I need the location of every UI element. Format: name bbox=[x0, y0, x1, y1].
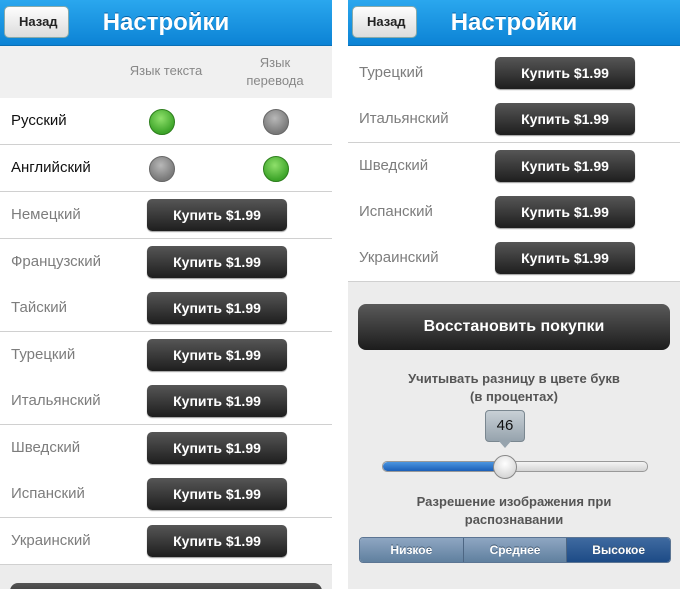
column-header: Язык текста Язык перевода bbox=[0, 46, 332, 99]
language-name: Английский bbox=[11, 159, 91, 176]
text-language-radio[interactable] bbox=[149, 156, 175, 182]
resolution-caption-line2: распознавании bbox=[464, 512, 564, 527]
color-diff-caption: Учитывать разницу в цвете букв (в процен… bbox=[348, 370, 680, 406]
slider-thumb[interactable] bbox=[493, 455, 517, 479]
language-row-locked: Украинский Купить $1.99 bbox=[348, 235, 680, 282]
language-name: Шведский bbox=[11, 439, 81, 456]
buy-button[interactable]: Купить $1.99 bbox=[147, 432, 287, 464]
resolution-option-high[interactable]: Высокое bbox=[567, 538, 670, 562]
language-name: Итальянский bbox=[359, 110, 449, 127]
screen-divider bbox=[332, 0, 348, 589]
page-title: Настройки bbox=[450, 9, 578, 36]
color-diff-caption-line2: (в процентах) bbox=[470, 389, 558, 404]
resolution-option-low[interactable]: Низкое bbox=[360, 538, 464, 562]
language-name: Русский bbox=[11, 112, 67, 129]
buy-button[interactable]: Купить $1.99 bbox=[147, 525, 287, 557]
language-name: Украинский bbox=[359, 249, 439, 266]
page-title: Настройки bbox=[102, 9, 230, 36]
language-row-russian: Русский bbox=[0, 98, 332, 145]
language-row-english: Английский bbox=[0, 145, 332, 192]
language-row-locked: Немецкий Купить $1.99 bbox=[0, 192, 332, 239]
language-row-locked: Французский Купить $1.99 bbox=[0, 239, 332, 286]
language-row-locked: Итальянский Купить $1.99 bbox=[0, 378, 332, 425]
text-language-header: Язык текста bbox=[129, 63, 203, 78]
translation-header-line1: Язык bbox=[259, 55, 291, 70]
language-name: Тайский bbox=[11, 299, 68, 316]
tooltip-arrow-icon bbox=[498, 440, 512, 448]
language-row-locked: Тайский Купить $1.99 bbox=[0, 285, 332, 332]
language-row-locked: Итальянский Купить $1.99 bbox=[348, 96, 680, 143]
restore-purchases-button[interactable]: Восстановить покупки bbox=[358, 304, 670, 350]
language-name: Шведский bbox=[359, 157, 429, 174]
resolution-caption-line1: Разрешение изображения при bbox=[416, 494, 612, 509]
resolution-segmented-control: Низкое Среднее Высокое bbox=[359, 537, 671, 563]
color-diff-caption-line1: Учитывать разницу в цвете букв bbox=[408, 371, 620, 386]
language-name: Немецкий bbox=[11, 206, 81, 223]
buy-button[interactable]: Купить $1.99 bbox=[147, 339, 287, 371]
language-row-locked: Украинский Купить $1.99 bbox=[0, 518, 332, 565]
restore-button-partial[interactable] bbox=[10, 583, 322, 589]
language-row-locked: Испанский Купить $1.99 bbox=[348, 189, 680, 236]
language-name: Турецкий bbox=[359, 64, 424, 81]
slider-fill bbox=[383, 462, 504, 471]
buy-button[interactable]: Купить $1.99 bbox=[147, 292, 287, 324]
text-language-radio[interactable] bbox=[149, 109, 175, 135]
language-name: Испанский bbox=[11, 485, 85, 502]
language-name: Украинский bbox=[11, 532, 91, 549]
language-name: Испанский bbox=[359, 203, 433, 220]
buy-button[interactable]: Купить $1.99 bbox=[495, 150, 635, 182]
translation-language-radio[interactable] bbox=[263, 156, 289, 182]
buy-button[interactable]: Купить $1.99 bbox=[147, 199, 287, 231]
translation-header-line2: перевода bbox=[246, 73, 304, 88]
language-name: Итальянский bbox=[11, 392, 101, 409]
buy-button[interactable]: Купить $1.99 bbox=[147, 385, 287, 417]
translation-language-header: Язык перевода bbox=[232, 54, 318, 90]
language-row-locked: Турецкий Купить $1.99 bbox=[348, 50, 680, 97]
language-row-locked: Испанский Купить $1.99 bbox=[0, 471, 332, 518]
buy-button[interactable]: Купить $1.99 bbox=[495, 196, 635, 228]
translation-language-radio[interactable] bbox=[263, 109, 289, 135]
buy-button[interactable]: Купить $1.99 bbox=[147, 246, 287, 278]
settings-screen-left: Назад Настройки Язык текста Язык перевод… bbox=[0, 0, 332, 589]
buy-button[interactable]: Купить $1.99 bbox=[495, 57, 635, 89]
nav-bar: Назад Настройки bbox=[0, 0, 332, 46]
language-name: Турецкий bbox=[11, 346, 76, 363]
slider-value-tooltip: 46 bbox=[485, 410, 525, 442]
resolution-caption: Разрешение изображения при распознавании bbox=[348, 493, 680, 529]
color-diff-slider[interactable] bbox=[382, 455, 648, 479]
buy-button[interactable]: Купить $1.99 bbox=[495, 103, 635, 135]
buy-button[interactable]: Купить $1.99 bbox=[495, 242, 635, 274]
language-row-locked: Турецкий Купить $1.99 bbox=[0, 332, 332, 379]
language-row-locked: Шведский Купить $1.99 bbox=[0, 425, 332, 472]
language-row-locked: Шведский Купить $1.99 bbox=[348, 143, 680, 190]
language-name: Французский bbox=[11, 253, 101, 270]
resolution-option-medium[interactable]: Среднее bbox=[463, 538, 568, 562]
settings-screen-right: Назад Настройки Турецкий Купить $1.99 Ит… bbox=[348, 0, 680, 589]
buy-button[interactable]: Купить $1.99 bbox=[147, 478, 287, 510]
nav-bar: Назад Настройки bbox=[348, 0, 680, 46]
